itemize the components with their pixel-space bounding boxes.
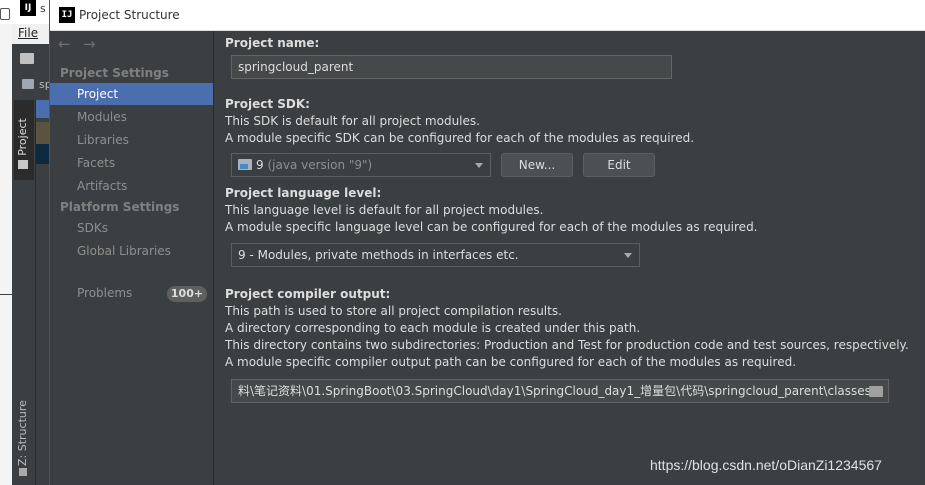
section-project-settings: Project Settings [60, 66, 169, 80]
language-level-selected: 9 - Modules, private methods in interfac… [238, 248, 519, 262]
sidebar-item-artifacts[interactable]: Artifacts [50, 175, 213, 197]
compiler-output-desc-2: A directory corresponding to each module… [225, 321, 641, 335]
new-sdk-button[interactable]: New... [501, 153, 573, 177]
dialog-titlebar: IJ Project Structure [50, 0, 925, 31]
sidebar-item-facets[interactable]: Facets [50, 152, 213, 174]
lock-icon [0, 8, 10, 20]
edit-sdk-button[interactable]: Edit [583, 153, 655, 177]
chevron-down-icon [624, 253, 632, 258]
problems-count-badge: 100+ [167, 286, 207, 302]
intellij-app-icon: IJ [59, 7, 75, 23]
background-window-edge [0, 295, 12, 485]
compiler-output-desc-1: This path is used to store all project c… [225, 304, 562, 318]
compiler-output-desc-3: This directory contains two subdirectori… [225, 338, 909, 352]
settings-sidebar: ← → Project Settings Project Modules Lib… [50, 31, 214, 485]
folder-icon [18, 160, 28, 169]
forward-arrow-icon[interactable]: → [83, 35, 96, 53]
back-arrow-icon[interactable]: ← [58, 35, 71, 53]
project-sdk-label: Project SDK: [225, 97, 310, 111]
browse-folder-icon[interactable] [869, 386, 883, 397]
compiler-output-path: 料\笔记资料\01.SpringBoot\03.SpringCloud\day1… [238, 384, 871, 398]
structure-icon [19, 468, 27, 476]
jdk-folder-icon [238, 159, 252, 170]
open-folder-icon[interactable] [20, 53, 34, 64]
structure-tool-tab-label[interactable]: Z: Structure [16, 400, 29, 466]
project-settings-panel: Project name: springcloud_parent Project… [215, 31, 925, 485]
sdk-selected-value: 9 [256, 158, 264, 172]
intellij-app-icon: IJ [20, 0, 36, 16]
sidebar-item-global-libraries[interactable]: Global Libraries [50, 240, 213, 262]
sidebar-item-modules[interactable]: Modules [50, 106, 213, 128]
chevron-down-icon [475, 163, 483, 168]
dialog-title: Project Structure [79, 8, 180, 22]
file-menu[interactable]: File [18, 26, 38, 40]
background-title-fragment: s [40, 2, 46, 15]
background-editor-fragment [36, 144, 50, 164]
watermark-text: https://blog.csdn.net/oDianZi1234567 [650, 457, 882, 473]
compiler-output-desc-4: A module specific compiler output path c… [225, 355, 797, 369]
language-level-desc-2: A module specific language level can be … [225, 220, 758, 234]
project-name-input[interactable]: springcloud_parent [231, 55, 672, 79]
background-editor-fragment [36, 122, 50, 144]
sidebar-item-project[interactable]: Project [50, 83, 213, 105]
sidebar-item-libraries[interactable]: Libraries [50, 129, 213, 151]
project-sdk-desc-2: A module specific SDK can be configured … [225, 131, 695, 145]
section-platform-settings: Platform Settings [60, 200, 180, 214]
folder-icon [22, 79, 34, 89]
background-window-edge [0, 24, 12, 294]
language-level-label: Project language level: [225, 186, 382, 200]
project-name-label: Project name: [225, 36, 320, 50]
sidebar-item-sdks[interactable]: SDKs [50, 217, 213, 239]
sdk-selected-detail: (java version "9") [267, 158, 373, 172]
background-editor-fragment [36, 100, 50, 118]
language-level-desc-1: This language level is default for all p… [225, 203, 544, 217]
project-structure-dialog: IJ Project Structure ← → Project Setting… [49, 0, 925, 485]
project-sdk-select[interactable]: 9 (java version "9") [231, 153, 491, 177]
language-level-select[interactable]: 9 - Modules, private methods in interfac… [231, 243, 640, 267]
project-sdk-desc-1: This SDK is default for all project modu… [225, 114, 480, 128]
compiler-output-path-input[interactable]: 料\笔记资料\01.SpringBoot\03.SpringCloud\day1… [231, 379, 889, 403]
compiler-output-label: Project compiler output: [225, 287, 391, 301]
